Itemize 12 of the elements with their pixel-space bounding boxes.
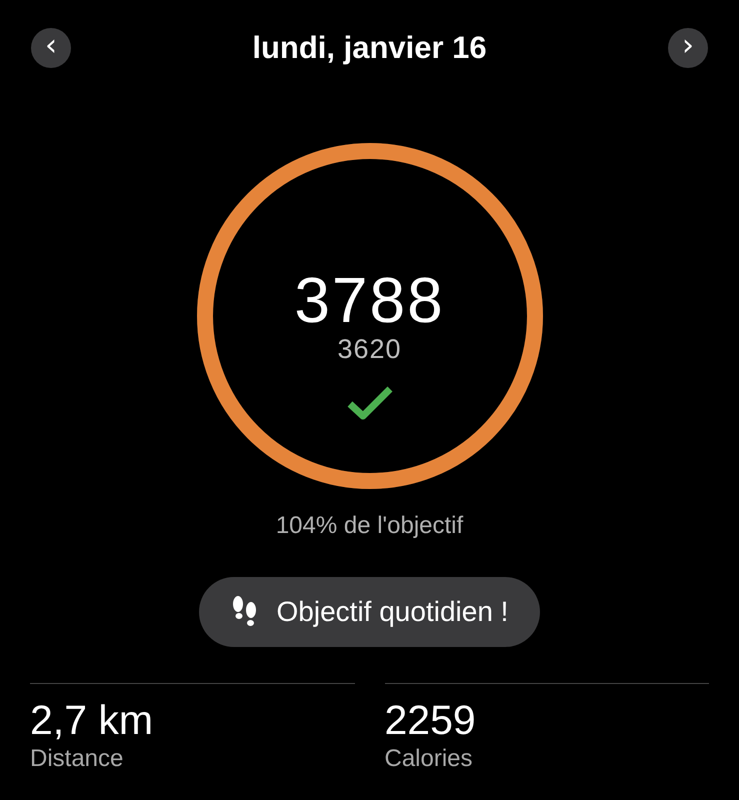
footprints-icon xyxy=(230,595,259,629)
stat-label: Distance xyxy=(30,744,124,774)
badge-label: Objectif quotidien ! xyxy=(276,596,508,628)
stat-label: Calories xyxy=(384,744,474,774)
previous-day-button[interactable]: ‹ xyxy=(31,28,71,68)
step-count: 3788 xyxy=(294,265,445,335)
step-goal: 3620 xyxy=(337,333,402,365)
goal-percentage: 104% de l'objectif xyxy=(274,511,464,541)
date-title: lundi, janvier 16 xyxy=(252,30,487,66)
stat-value: 2259 xyxy=(384,696,477,744)
next-day-button[interactable]: › xyxy=(668,28,708,68)
stat-value: 2,7 km xyxy=(30,696,154,744)
